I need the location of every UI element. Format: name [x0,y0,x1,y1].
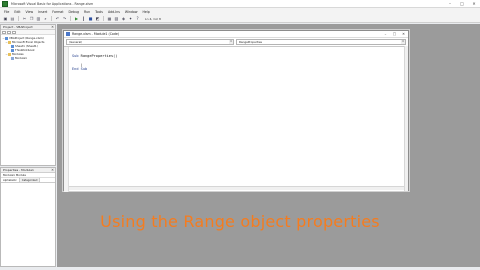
chevron-down-icon[interactable]: ▾ [229,40,233,44]
horizontal-scrollbar[interactable] [69,186,404,190]
minimize-button[interactable]: – [444,0,456,8]
menu-format[interactable]: Format [52,10,63,14]
code-text: RangeProperties() [78,53,118,58]
cut-icon[interactable]: ✂ [22,16,27,21]
properties-tabs: Alphabetic Categorized [1,178,55,183]
module-icon [11,56,14,60]
break-icon[interactable]: ‖ [81,16,86,21]
code-editor[interactable]: Sub RangeProperties() | End Sub [64,46,408,192]
close-button[interactable]: ✕ [468,0,480,8]
title-bar: Microsoft Visual Basic for Applications … [0,0,480,8]
excel-icon[interactable]: ▣ [3,16,8,21]
project-explorer-title: Project - VBAProject ✕ [1,25,55,30]
properties-title: Properties - Module1 ✕ [1,168,55,173]
maximize-button[interactable]: □ [456,0,468,8]
toolbar-separator [51,16,52,21]
menu-view[interactable]: View [26,10,34,14]
toolbar-separator [70,16,71,21]
minimize-button[interactable]: – [381,31,390,38]
toolbar-separator [18,16,19,21]
vba-editor-window: Microsoft Visual Basic for Applications … [0,0,480,270]
close-icon[interactable]: ✕ [51,25,54,29]
project-explorer-pane: Project - VBAProject ✕ − VBAProject (Rang… [0,24,56,166]
redo-icon[interactable]: ↷ [62,16,67,21]
code-keyword: End Sub [72,67,88,72]
vba-app-icon [2,1,8,7]
object-browser-icon[interactable]: ◈ [121,16,126,21]
close-icon[interactable]: ✕ [51,168,54,172]
chevron-down-icon[interactable]: ▾ [401,40,405,44]
menu-insert[interactable]: Insert [38,10,47,14]
paste-icon[interactable]: ▥ [36,16,41,21]
project-explorer-title-text: Project - VBAProject [3,25,33,29]
code-text-cursor-line: | [72,62,83,67]
menu-file[interactable]: File [4,10,9,14]
undo-icon[interactable]: ↶ [55,16,60,21]
toolbar-separator [103,16,104,21]
properties-icon[interactable]: ▧ [114,16,119,21]
code-window-title-bar: Range.xlsm - Module1 (Code) – □ ✕ [64,31,408,38]
run-icon[interactable]: ▶ [74,16,79,21]
menu-edit[interactable]: Edit [14,10,20,14]
code-window: Range.xlsm - Module1 (Code) – □ ✕ (Gener… [63,30,409,192]
tab-categorized[interactable]: Categorized [19,178,41,182]
tree-item[interactable]: Module1 [2,56,54,60]
object-dropdown-value: (General) [69,40,83,44]
app-title: Microsoft Visual Basic for Applications … [11,2,94,6]
properties-title-text: Properties - Module1 [3,168,34,172]
design-mode-icon[interactable]: ◩ [95,16,100,21]
standard-toolbar: ▣ ▤ ✂ ❐ ▥ ⌕ ↶ ↷ ▶ ‖ ■ ◩ ▦ ▧ ◈ ✦ ? Ln 4, … [0,15,480,23]
view-object-icon[interactable] [7,30,11,34]
project-explorer-icon[interactable]: ▦ [107,16,112,21]
reset-icon[interactable]: ■ [88,16,93,21]
tree-item-label: Module1 [15,56,27,60]
find-icon[interactable]: ⌕ [43,16,48,21]
vertical-scrollbar[interactable] [404,46,408,191]
tab-alphabetic[interactable]: Alphabetic [1,178,20,182]
copy-icon[interactable]: ❐ [29,16,34,21]
procedure-dropdown[interactable]: RangeProperties ▾ [236,39,406,45]
maximize-button[interactable]: □ [390,31,399,38]
menu-window[interactable]: Window [125,10,138,14]
menu-debug[interactable]: Debug [69,10,79,14]
toolbox-icon[interactable]: ✦ [128,16,133,21]
video-caption: Using the Range object properties [100,212,380,231]
code-lines: Sub RangeProperties() | End Sub [72,49,117,72]
help-icon[interactable]: ? [135,16,140,21]
procedure-dropdown-value: RangeProperties [239,40,262,44]
menu-run[interactable]: Run [84,10,90,14]
close-button[interactable]: ✕ [399,31,408,38]
insert-module-icon[interactable]: ▤ [10,16,15,21]
view-code-icon[interactable] [2,30,6,34]
object-dropdown[interactable]: (General) ▾ [66,39,234,45]
module-icon [66,32,70,36]
project-tree: − VBAProject (Range.xlsm) − Microsoft Exce… [1,35,55,61]
menu-bar: File Edit View Insert Format Debug Run T… [0,8,480,15]
code-window-title: Range.xlsm - Module1 (Code) [72,32,120,36]
toggle-folders-icon[interactable] [12,30,16,34]
menu-tools[interactable]: Tools [95,10,103,14]
menu-help[interactable]: Help [143,10,150,14]
cursor-position: Ln 4, Col 8 [145,16,161,21]
code-margin[interactable] [64,47,69,192]
menu-add-ins[interactable]: Add-Ins [108,10,120,14]
